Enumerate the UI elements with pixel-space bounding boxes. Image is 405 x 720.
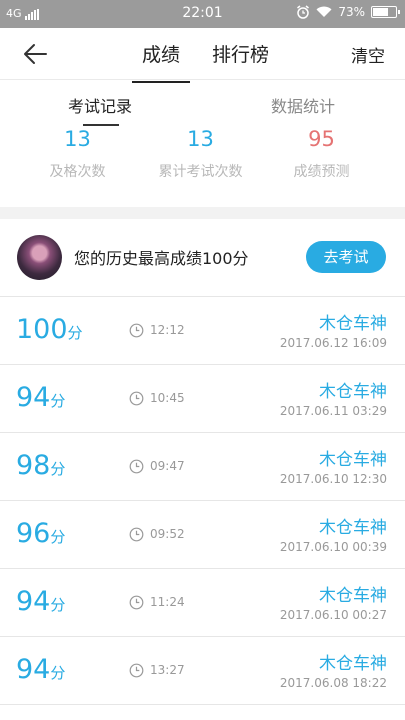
status-icons: 73%: [296, 5, 400, 19]
exam-date: 2017.06.10 00:27: [279, 608, 387, 622]
tab-scores[interactable]: 成绩: [131, 40, 191, 83]
score-unit: 分: [50, 664, 66, 682]
record-row[interactable]: 94分 10:45 木仓车神 2017.06.11 03:29: [0, 365, 405, 433]
battery-percent: 73%: [338, 5, 365, 19]
exam-date: 2017.06.10 12:30: [279, 472, 387, 486]
clock-icon: [129, 663, 144, 678]
exam-date: 2017.06.10 00:39: [279, 540, 387, 554]
stats-panel: 13 及格次数 13 累计考试次数 95 成绩预测: [0, 127, 405, 207]
score-value: 94: [16, 382, 51, 413]
record-row[interactable]: 96分 09:52 木仓车神 2017.06.10 00:39: [0, 501, 405, 569]
user-name: 木仓车神: [319, 586, 387, 606]
score-unit: 分: [50, 392, 66, 410]
score-value: 98: [16, 450, 51, 481]
stat-prediction: 95 成绩预测: [254, 127, 389, 181]
record-row-partial[interactable]: 木仓车神: [0, 705, 405, 720]
score-unit: 分: [50, 460, 66, 478]
subtab-data-stats[interactable]: 数据统计: [271, 93, 335, 117]
exam-date: 2017.06.08 18:22: [279, 676, 387, 690]
exam-duration: 09:47: [150, 459, 185, 473]
score-unit: 分: [50, 596, 66, 614]
best-score-text: 您的历史最高成绩100分: [74, 249, 249, 268]
exam-duration: 09:52: [150, 527, 185, 541]
user-name: 木仓车神: [319, 654, 387, 674]
stat-total-exams: 13 累计考试次数: [133, 127, 268, 181]
score-value: 94: [16, 654, 51, 685]
stat-label: 成绩预测: [293, 164, 350, 180]
stat-label: 累计考试次数: [158, 164, 243, 180]
battery-icon: [371, 6, 400, 18]
score: 94分: [16, 654, 65, 685]
clock-icon: [129, 527, 144, 542]
score-unit: 分: [67, 324, 83, 342]
subtab-exam-records[interactable]: 考试记录: [68, 93, 132, 117]
score: 94分: [16, 586, 65, 617]
record-row[interactable]: 100分 12:12 木仓车神 2017.06.12 16:09: [0, 297, 405, 365]
clear-button[interactable]: 清空: [351, 42, 385, 67]
stat-value: 13: [187, 127, 214, 151]
stat-label: 及格次数: [49, 164, 106, 180]
exam-duration: 10:45: [150, 391, 185, 405]
section-divider: [0, 207, 405, 219]
user-name: 木仓车神: [319, 715, 387, 720]
exam-date: 2017.06.11 03:29: [279, 404, 387, 418]
score: 96分: [16, 518, 65, 549]
score: 94分: [16, 382, 65, 413]
subtab-indicator: [83, 124, 119, 126]
best-score-row: 您的历史最高成绩100分 去考试: [0, 219, 405, 297]
tab-ranking[interactable]: 排行榜: [212, 40, 269, 67]
clock-icon: [129, 391, 144, 406]
alarm-icon: [297, 5, 310, 19]
score: 98分: [16, 450, 65, 481]
take-exam-button[interactable]: 去考试: [306, 241, 386, 273]
sub-tabs: 考试记录 数据统计: [0, 81, 405, 127]
clock-icon: [129, 595, 144, 610]
user-name: 木仓车神: [319, 382, 387, 402]
record-row[interactable]: 94分 11:24 木仓车神 2017.06.10 00:27: [0, 569, 405, 637]
avatar: [17, 235, 62, 280]
back-arrow-icon[interactable]: [22, 42, 48, 66]
stat-passed: 13 及格次数: [10, 127, 145, 181]
clock-icon: [129, 459, 144, 474]
stat-value: 95: [308, 127, 335, 151]
score-value: 94: [16, 586, 51, 617]
user-name: 木仓车神: [319, 450, 387, 470]
score: 100分: [16, 314, 83, 345]
user-name: 木仓车神: [319, 518, 387, 538]
stat-value: 13: [64, 127, 91, 151]
record-row[interactable]: 94分 13:27 木仓车神 2017.06.08 18:22: [0, 637, 405, 705]
exam-duration: 11:24: [150, 595, 185, 609]
score-value: 100: [16, 314, 68, 345]
clock-icon: [129, 323, 144, 338]
score-unit: 分: [50, 528, 66, 546]
exam-date: 2017.06.12 16:09: [279, 336, 387, 350]
status-bar: 4G 22:01 73%: [0, 0, 405, 28]
score-value: 96: [16, 518, 51, 549]
exam-duration: 13:27: [150, 663, 185, 677]
wifi-icon: [316, 6, 332, 17]
header: 成绩 排行榜 清空: [0, 28, 405, 83]
user-name: 木仓车神: [319, 314, 387, 334]
exam-duration: 12:12: [150, 323, 185, 337]
records-list: 100分 12:12 木仓车神 2017.06.12 16:09 94分 10:45 木仓车…: [0, 297, 405, 720]
record-row[interactable]: 98分 09:47 木仓车神 2017.06.10 12:30: [0, 433, 405, 501]
